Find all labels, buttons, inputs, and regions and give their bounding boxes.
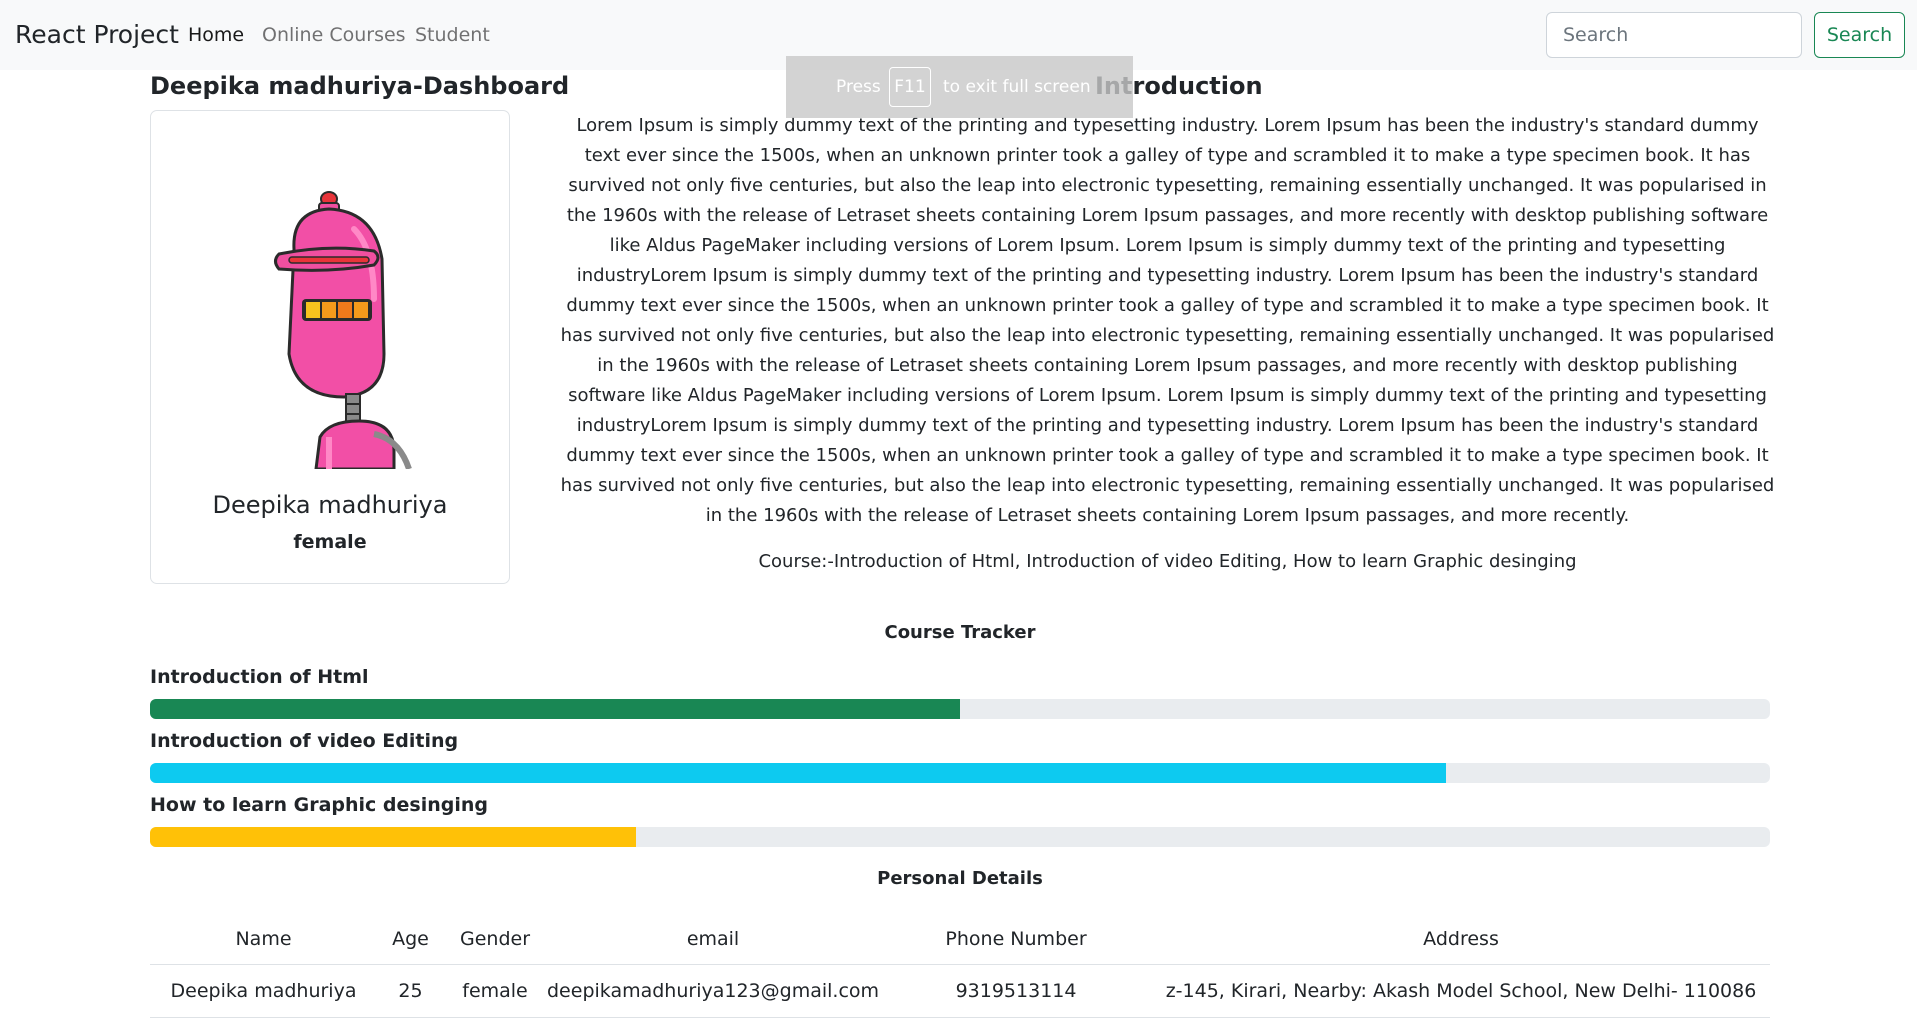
robot-avatar-icon	[274, 191, 412, 469]
column-header-email: email	[546, 914, 881, 965]
navbar-brand[interactable]: React Project	[15, 20, 179, 49]
cell-address: z-145, Kirari, Nearby: Akash Model Schoo…	[1152, 964, 1770, 1018]
progress-fill-html	[150, 699, 960, 719]
f11-key-badge: F11	[889, 67, 931, 107]
personal-details-title: Personal Details	[877, 868, 1043, 889]
dashboard-title: Deepika madhuriya-Dashboard	[150, 72, 570, 100]
cell-name: Deepika madhuriya	[150, 964, 377, 1018]
course-label-html: Introduction of Html	[150, 666, 369, 688]
cell-phone: 9319513114	[880, 964, 1153, 1018]
column-header-age: Age	[377, 914, 444, 965]
column-header-address: Address	[1152, 914, 1770, 965]
course-list-text: Course:-Introduction of Html, Introducti…	[758, 551, 1577, 572]
progress-bar-html	[150, 699, 1770, 719]
fullscreen-exit-text: to exit full screen	[943, 77, 1091, 97]
profile-gender: female	[293, 531, 367, 553]
column-header-phone: Phone Number	[880, 914, 1153, 965]
progress-fill-graphic-design	[150, 827, 636, 847]
course-label-graphic-design: How to learn Graphic desinging	[150, 794, 488, 816]
profile-card: Deepika madhuriya female	[150, 110, 510, 584]
search-input[interactable]	[1546, 12, 1802, 58]
table-row: Deepika madhuriya 25 female deepikamadhu…	[150, 964, 1770, 1018]
nav-link-student[interactable]: Student	[415, 24, 490, 46]
table-header-row: Name Age Gender email Phone Number Addre…	[150, 914, 1770, 965]
course-label-video-editing: Introduction of video Editing	[150, 730, 459, 752]
fullscreen-notice: Press F11 to exit full screen	[786, 56, 1133, 118]
cell-age: 25	[377, 964, 444, 1018]
search-button[interactable]: Search	[1814, 12, 1905, 58]
fullscreen-press-text: Press	[836, 77, 881, 97]
nav-link-home[interactable]: Home	[188, 24, 244, 46]
introduction-text: Lorem Ipsum is simply dummy text of the …	[560, 115, 1775, 526]
column-header-gender: Gender	[444, 914, 546, 965]
course-tracker-title: Course Tracker	[884, 622, 1036, 643]
column-header-name: Name	[150, 914, 377, 965]
profile-name: Deepika madhuriya	[212, 491, 448, 519]
personal-details-table: Name Age Gender email Phone Number Addre…	[150, 914, 1770, 1018]
progress-fill-video-editing	[150, 763, 1446, 783]
nav-link-online-courses[interactable]: Online Courses	[262, 24, 406, 46]
cell-gender: female	[444, 964, 546, 1018]
progress-bar-graphic-design	[150, 827, 1770, 847]
cell-email: deepikamadhuriya123@gmail.com	[546, 964, 881, 1018]
progress-bar-video-editing	[150, 763, 1770, 783]
